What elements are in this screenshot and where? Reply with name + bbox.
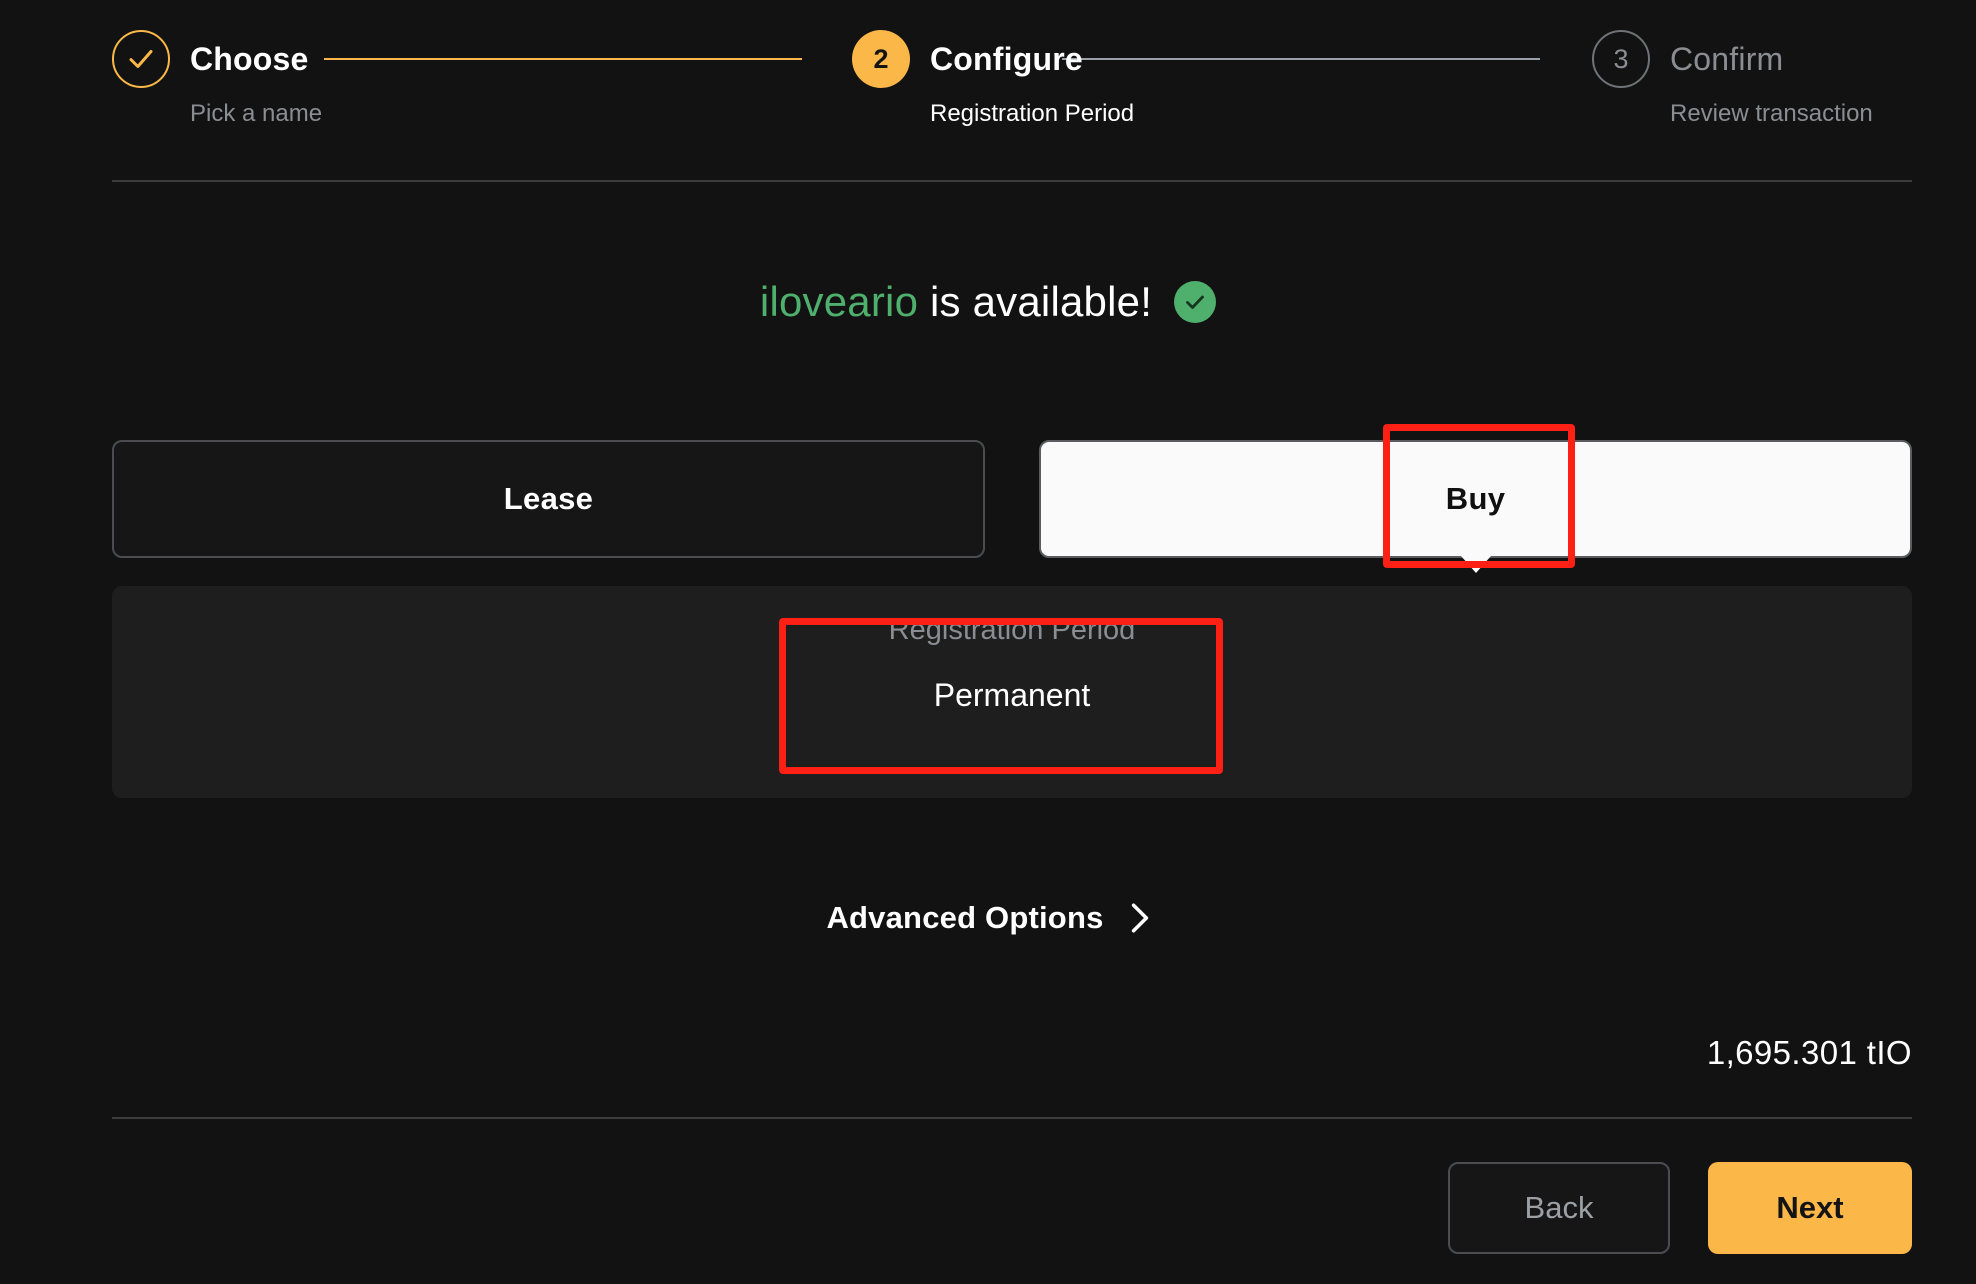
domain-name: iloveario <box>759 278 919 325</box>
availability-message: is available! <box>918 278 1153 325</box>
lease-button[interactable]: Lease <box>112 440 985 558</box>
step-configure-subtitle: Registration Period <box>930 100 1135 127</box>
chevron-right-icon <box>1131 903 1148 933</box>
step-configure-title: Configure <box>930 40 1083 77</box>
step-choose-title: Choose <box>190 40 309 77</box>
step-choose-marker <box>112 30 170 88</box>
check-icon <box>129 50 153 68</box>
buy-button-label: Buy <box>1445 481 1506 516</box>
step-choose-subtitle: Pick a name <box>190 100 323 127</box>
total-price: 1,695.301 tIO <box>1706 1034 1912 1071</box>
stepper-step-confirm[interactable]: 3 Confirm Review transaction <box>1592 30 1873 128</box>
header-divider <box>112 180 1912 182</box>
next-button[interactable]: Next <box>1708 1162 1912 1254</box>
availability-text: iloveario is available! <box>760 278 1152 326</box>
availability-headline: iloveario is available! <box>0 278 1976 326</box>
check-icon <box>1186 295 1204 309</box>
stepper-step-configure[interactable]: 2 Configure Registration Period <box>852 30 1134 128</box>
step-confirm-marker: 3 <box>1592 30 1650 88</box>
stepper-connector-1 <box>324 58 802 60</box>
tenure-selector: Lease Buy <box>112 440 1912 573</box>
advanced-options-toggle[interactable]: Advanced Options <box>0 900 1976 936</box>
registration-period-value[interactable]: Permanent <box>802 677 1222 714</box>
back-button[interactable]: Back <box>1448 1162 1670 1254</box>
registration-period-panel: Registration Period Permanent <box>112 586 1912 798</box>
advanced-options-label: Advanced Options <box>826 900 1104 935</box>
footer-divider <box>112 1117 1912 1119</box>
step-confirm-subtitle: Review transaction <box>1670 100 1873 127</box>
registration-period-field[interactable]: Registration Period Permanent <box>802 614 1222 714</box>
selected-pointer-icon <box>1460 556 1491 573</box>
check-circle-icon <box>1174 281 1217 323</box>
buy-button[interactable]: Buy <box>1039 440 1912 573</box>
step-confirm-title: Confirm <box>1670 40 1784 77</box>
registration-period-label: Registration Period <box>888 614 1136 646</box>
step-configure-marker: 2 <box>852 30 910 88</box>
stepper-step-choose[interactable]: Choose Pick a name <box>112 30 322 128</box>
footer-actions: Back Next <box>1448 1162 1912 1254</box>
progress-stepper: Choose Pick a name 2 Configure Registrat… <box>112 30 1912 142</box>
